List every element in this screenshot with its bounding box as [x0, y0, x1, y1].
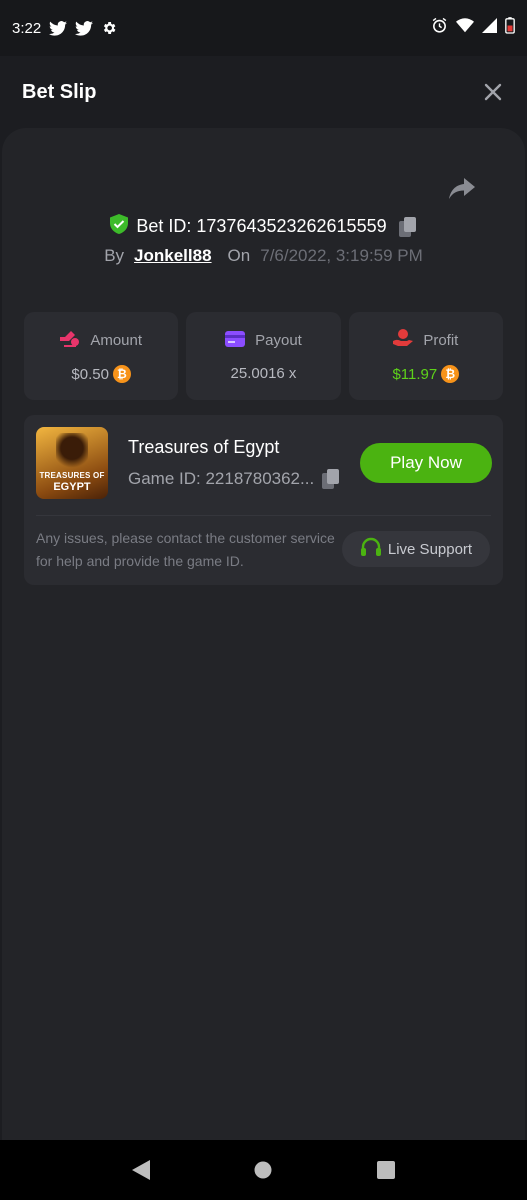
battery-icon [505, 17, 515, 39]
game-id-row: Game ID: 2218780362... [128, 469, 340, 489]
support-notice: Any issues, please contact the customer … [36, 530, 335, 569]
bet-id-row: Bet ID: 1737643523262615559 [2, 214, 525, 239]
bitcoin-icon: ₿ [112, 365, 131, 383]
by-label: By [104, 246, 125, 265]
thumb-caption-bottom: EGYPT [53, 481, 91, 493]
thumb-caption-top: TREASURES OF [39, 471, 105, 480]
gear-icon [101, 20, 117, 36]
game-thumbnail[interactable]: TREASURES OF EGYPT [36, 427, 108, 499]
divider [36, 515, 491, 516]
system-nav-bar [0, 1140, 527, 1200]
bet-meta-row: By Jonkell88 On 7/6/2022, 3:19:59 PM [2, 246, 525, 266]
home-icon[interactable] [243, 1150, 283, 1190]
payout-label: Payout [255, 332, 302, 349]
page-title: Bet Slip [22, 80, 97, 103]
profit-icon [393, 329, 414, 351]
bet-slip-header: Bet Slip [0, 56, 527, 128]
close-icon[interactable] [481, 80, 505, 104]
wifi-icon [456, 18, 474, 38]
on-label: On [227, 246, 251, 265]
status-bar: 3:22 [0, 0, 527, 56]
profit-label: Profit [423, 331, 459, 349]
bet-slip-sheet: Bet ID: 1737643523262615559 By Jonkell88… [2, 128, 525, 1140]
amount-icon [60, 329, 80, 351]
anubis-figure [56, 433, 88, 471]
bet-id-label: Bet ID: 1737643523262615559 [136, 216, 387, 236]
recents-icon[interactable] [366, 1150, 406, 1190]
copy-bet-id-icon[interactable] [398, 216, 417, 237]
live-support-label: Live Support [387, 540, 473, 558]
amount-stat: Amount $0.50 ₿ [24, 312, 179, 400]
bet-date: 7/6/2022, 3:19:59 PM [260, 246, 423, 265]
back-icon[interactable] [121, 1150, 161, 1190]
bet-stats: Amount $0.50 ₿ Payout 25.0016 x Profit $… [24, 312, 503, 400]
play-now-button[interactable]: Play Now [360, 443, 492, 483]
payout-value: 25.0016 x [230, 364, 297, 382]
profit-value: $11.97 [392, 365, 438, 383]
amount-label: Amount [90, 331, 143, 349]
game-id-label: Game ID: 2218780362... [128, 469, 315, 488]
bettor-username[interactable]: Jonkell88 [134, 246, 212, 266]
share-icon[interactable] [449, 178, 477, 202]
shield-check-icon [110, 214, 129, 239]
payout-stat: Payout 25.0016 x [186, 312, 341, 400]
alarm-icon [431, 17, 448, 39]
game-title: Treasures of Egypt [128, 437, 280, 457]
copy-game-id-icon[interactable] [322, 469, 340, 489]
card-icon [225, 330, 246, 351]
profit-stat: Profit $11.97 ₿ [348, 312, 503, 400]
twitter-icon [75, 20, 94, 36]
game-card: TREASURES OF EGYPT Treasures of Egypt Ga… [24, 415, 503, 585]
live-support-button[interactable]: Live Support [342, 531, 490, 567]
amount-value: $0.50 [71, 365, 109, 383]
headset-icon [360, 537, 382, 561]
twitter-icon [49, 20, 68, 36]
signal-icon [482, 18, 497, 38]
status-time: 3:22 [12, 19, 42, 37]
bitcoin-icon: ₿ [441, 365, 460, 383]
